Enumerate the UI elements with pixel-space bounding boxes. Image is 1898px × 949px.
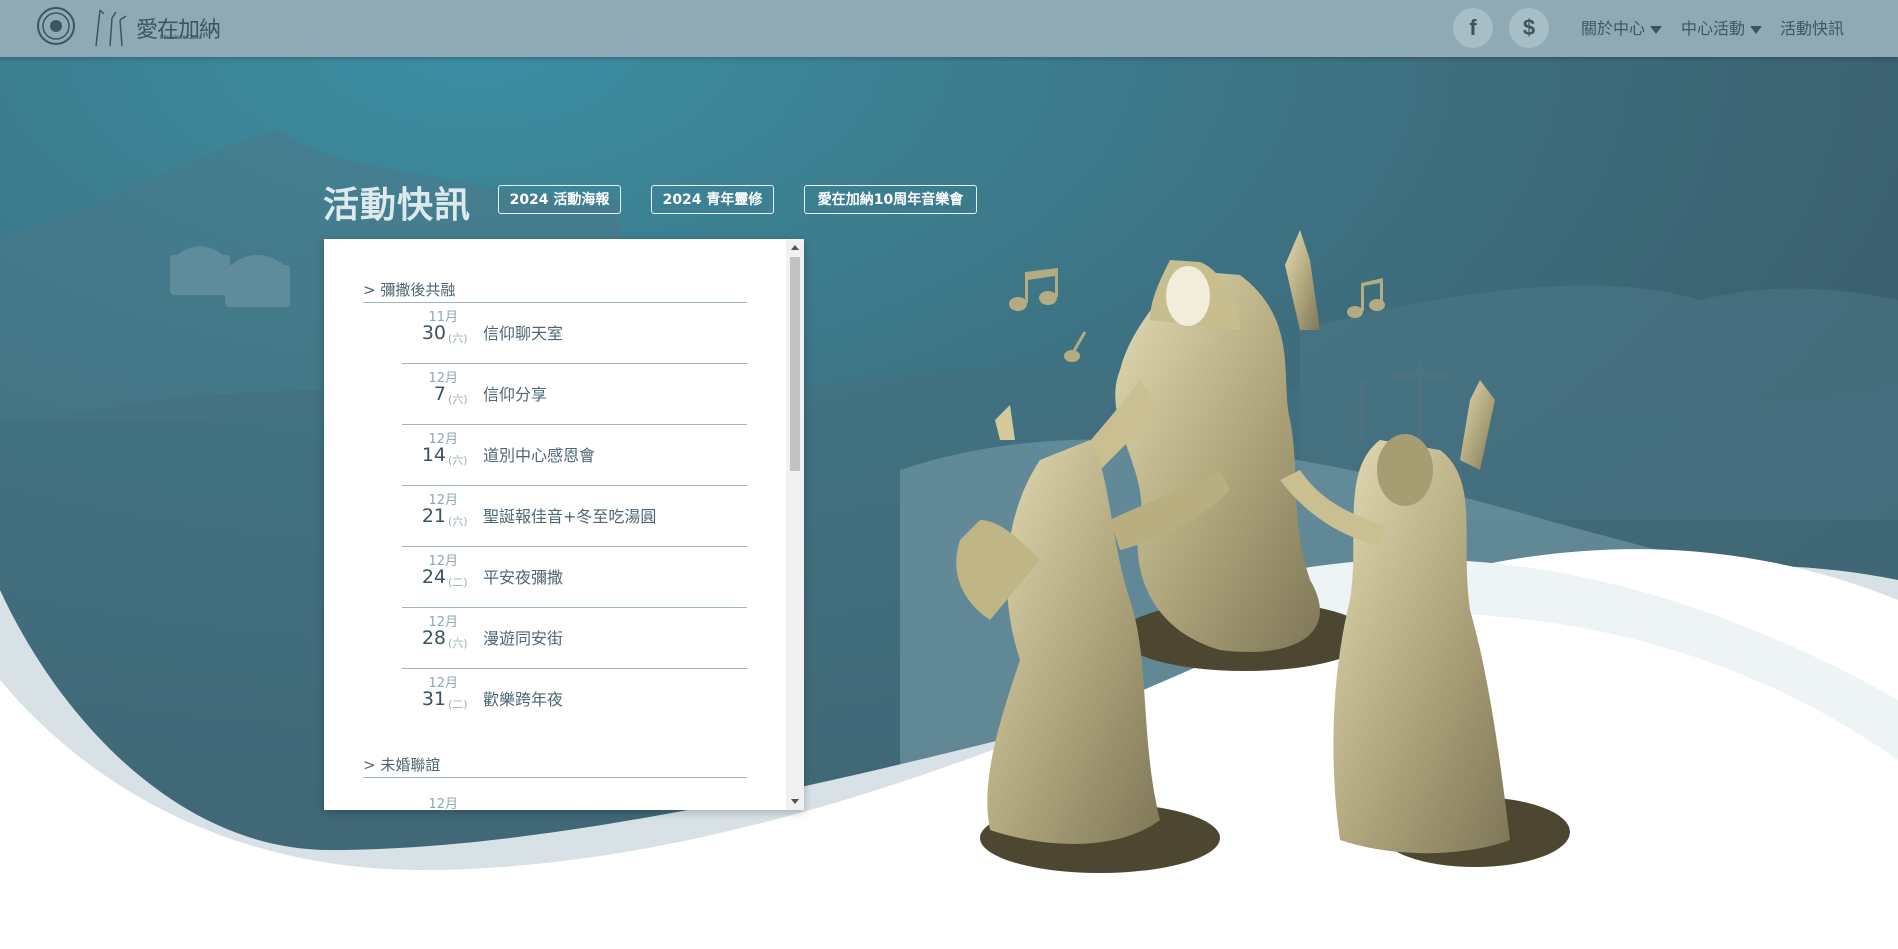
poster-2024-button[interactable]: 2024 活動海報 bbox=[498, 185, 621, 214]
event-name: 歡樂跨年夜 bbox=[483, 690, 564, 709]
nav-activity-news[interactable]: 活動快訊 bbox=[1780, 15, 1844, 39]
event-row[interactable]: 12月 24 (二) 平安夜彌撒 bbox=[402, 546, 747, 608]
event-name: 道別中心感恩會 bbox=[483, 446, 596, 465]
facebook-icon[interactable]: f bbox=[1453, 8, 1493, 48]
section-heading[interactable]: > 彌撒後共融 bbox=[363, 279, 747, 303]
event-day: 24 bbox=[421, 566, 446, 588]
event-day: 30 bbox=[421, 322, 446, 344]
scrollbar[interactable] bbox=[786, 239, 804, 810]
event-weekday: (六) bbox=[448, 332, 468, 345]
logo-figures-icon bbox=[95, 9, 127, 47]
event-row[interactable]: 11月 30 (六) 信仰聊天室 bbox=[402, 302, 747, 364]
event-day: 14 bbox=[421, 444, 446, 466]
event-list-panel: > 彌撒後共融 11月 30 (六) 信仰聊天室 12月 7 (六) 信仰分享 … bbox=[324, 239, 804, 810]
event-weekday: (二) bbox=[448, 698, 468, 711]
event-day: 31 bbox=[421, 688, 446, 710]
hero-illustration bbox=[0, 0, 1898, 949]
event-row[interactable]: 12月 bbox=[402, 787, 747, 810]
event-list-scroll-area[interactable]: > 彌撒後共融 11月 30 (六) 信仰聊天室 12月 7 (六) 信仰分享 … bbox=[324, 239, 786, 810]
event-day: 7 bbox=[433, 383, 446, 405]
logo-seal-icon[interactable] bbox=[36, 6, 76, 46]
event-weekday: (六) bbox=[448, 454, 468, 467]
event-row[interactable]: 12月 21 (六) 聖誕報佳音+冬至吃湯圓 bbox=[402, 485, 747, 547]
event-month: 12月 bbox=[428, 797, 458, 810]
page-title: 活動快訊 bbox=[323, 185, 472, 226]
event-row[interactable]: 12月 31 (二) 歡樂跨年夜 bbox=[402, 668, 747, 729]
event-weekday: (六) bbox=[448, 393, 468, 406]
event-weekday: (六) bbox=[448, 515, 468, 528]
youth-retreat-2024-button[interactable]: 2024 青年靈修 bbox=[651, 185, 774, 214]
event-row[interactable]: 12月 7 (六) 信仰分享 bbox=[402, 363, 747, 425]
event-weekday: (六) bbox=[448, 637, 468, 650]
nav-about-center[interactable]: 關於中心 bbox=[1581, 15, 1663, 39]
event-name: 漫遊同安街 bbox=[483, 629, 564, 648]
event-name: 信仰分享 bbox=[483, 385, 548, 404]
event-row[interactable]: 12月 14 (六) 道別中心感恩會 bbox=[402, 424, 747, 486]
event-weekday: (二) bbox=[448, 576, 468, 589]
event-name: 聖誕報佳音+冬至吃湯圓 bbox=[483, 507, 657, 526]
donate-dollar-icon[interactable]: $ bbox=[1509, 8, 1549, 48]
event-day: 28 bbox=[421, 627, 446, 649]
scrollbar-thumb[interactable] bbox=[790, 257, 800, 471]
event-row[interactable]: 12月 28 (六) 漫遊同安街 bbox=[402, 607, 747, 669]
scroll-up-arrow-icon[interactable] bbox=[791, 245, 799, 250]
chevron-down-icon bbox=[1650, 25, 1663, 34]
event-day: 21 bbox=[421, 505, 446, 527]
top-nav: 愛在加納 Miracle in Cana f $ 關於中心 中心活動 活動快訊 bbox=[0, 0, 1898, 57]
section-heading[interactable]: > 未婚聯誼 bbox=[363, 754, 747, 778]
concert-10th-anniversary-button[interactable]: 愛在加納10周年音樂會 bbox=[804, 185, 977, 214]
chevron-down-icon bbox=[1750, 25, 1763, 34]
event-name: 信仰聊天室 bbox=[483, 324, 564, 343]
nav-center-activities[interactable]: 中心活動 bbox=[1681, 15, 1763, 39]
scroll-down-arrow-icon[interactable] bbox=[791, 799, 799, 804]
logo-subtext: Miracle in Cana bbox=[160, 35, 202, 41]
event-name: 平安夜彌撒 bbox=[483, 568, 564, 587]
